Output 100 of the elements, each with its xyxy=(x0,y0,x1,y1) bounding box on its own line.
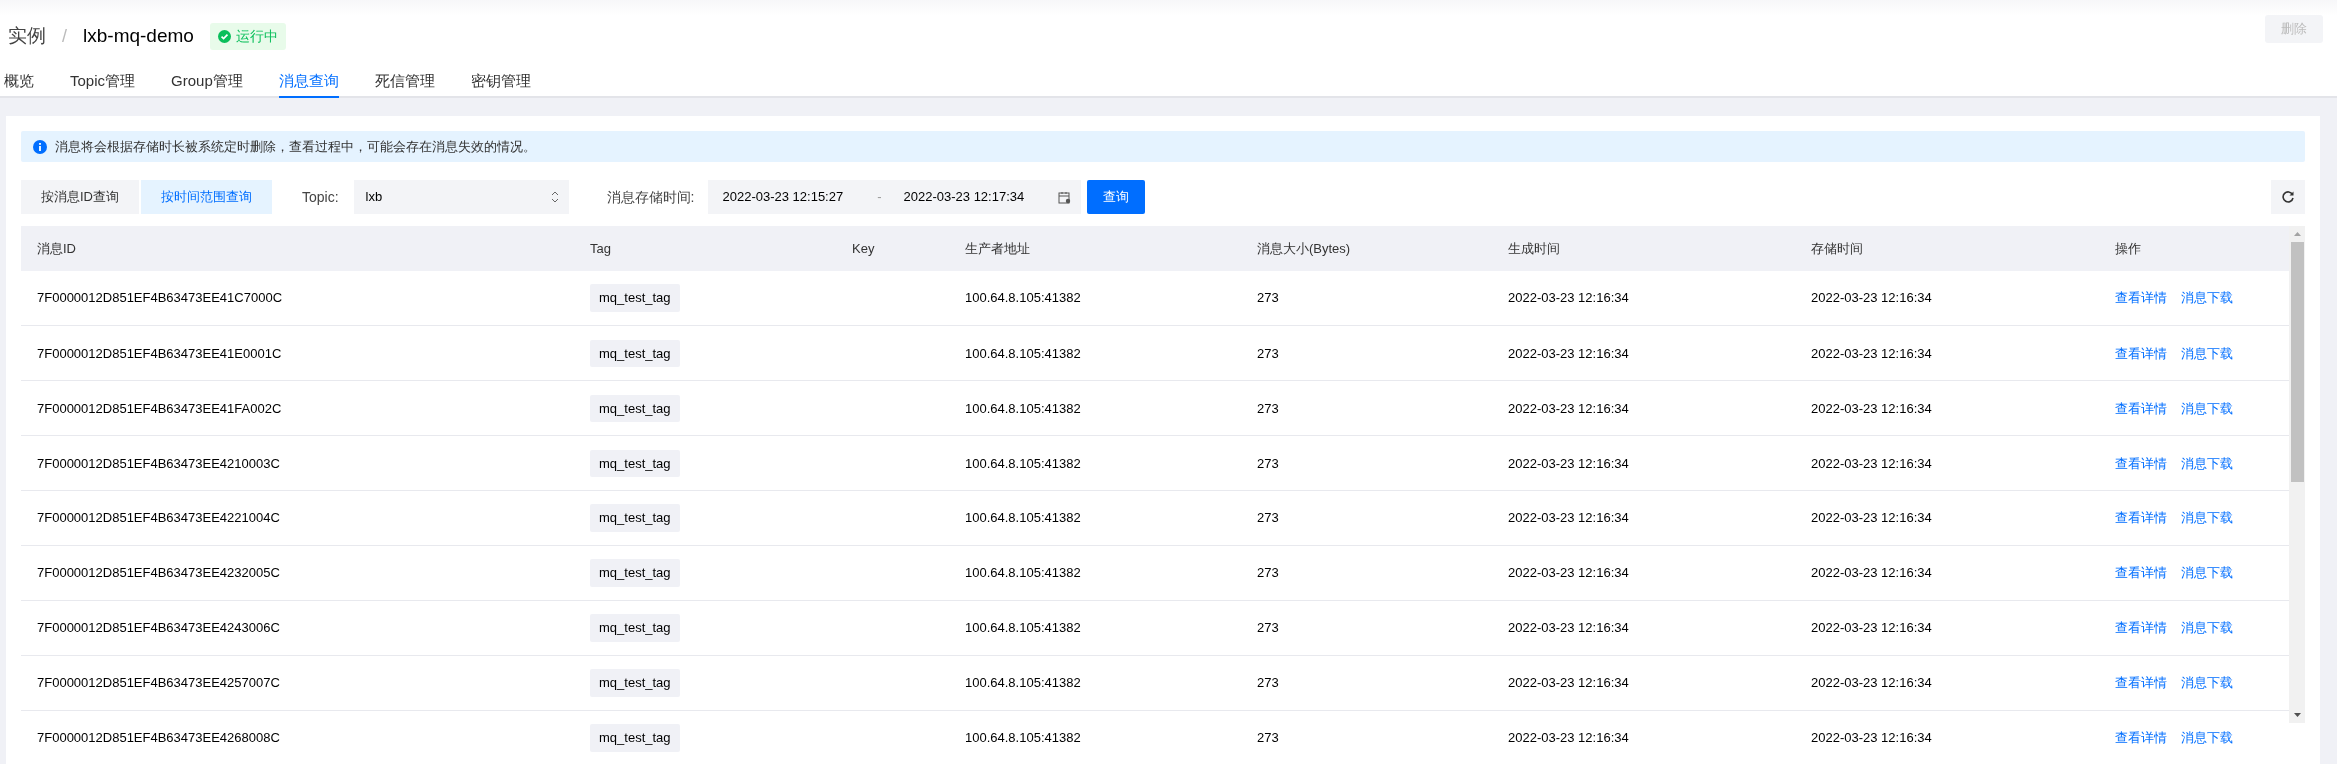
created-time-cell: 2022-03-23 12:16:34 xyxy=(1492,710,1795,764)
size-cell: 273 xyxy=(1241,435,1492,491)
status-badge: 运行中 xyxy=(209,22,286,50)
action-link[interactable]: 消息下载 xyxy=(2181,675,2233,691)
message-id-cell: 7F0000012D851EF4B63473EE4221004C xyxy=(21,490,574,546)
producer-address-cell: 100.64.8.105:41382 xyxy=(949,325,1241,381)
breadcrumb-separator: / xyxy=(62,24,67,48)
scroll-down-icon[interactable] xyxy=(2294,713,2301,717)
stored-time-cell: 2022-03-23 12:16:34 xyxy=(1795,710,2099,764)
column-header: Tag xyxy=(574,226,836,271)
action-link[interactable]: 消息下载 xyxy=(2181,345,2233,361)
breadcrumb-link[interactable]: 实例 xyxy=(8,21,46,51)
action-link[interactable]: 查看详情 xyxy=(2115,675,2167,691)
action-link[interactable]: 查看详情 xyxy=(2115,290,2167,306)
action-link[interactable]: 查看详情 xyxy=(2115,510,2167,526)
query-mode-tab[interactable]: 按时间范围查询 xyxy=(141,180,272,214)
action-link[interactable]: 消息下载 xyxy=(2181,290,2233,306)
column-header: 生产者地址 xyxy=(949,226,1241,271)
time-label: 消息存储时间: xyxy=(606,187,695,207)
refresh-icon xyxy=(2281,190,2295,204)
query-button[interactable]: 查询 xyxy=(1087,180,1146,214)
scroll-up-icon[interactable] xyxy=(2294,232,2301,236)
producer-address-cell: 100.64.8.105:41382 xyxy=(949,600,1241,656)
start-time: 2022-03-23 12:15:27 xyxy=(722,188,844,207)
message-id-cell: 7F0000012D851EF4B63473EE41C7000C xyxy=(21,271,574,326)
size-cell: 273 xyxy=(1241,710,1492,764)
created-time-cell: 2022-03-23 12:16:34 xyxy=(1492,655,1795,711)
sort-arrows-icon xyxy=(550,190,559,204)
tab[interactable]: 密钥管理 xyxy=(470,56,531,98)
tag: mq_test_tag xyxy=(590,339,680,368)
message-id-cell: 7F0000012D851EF4B63473EE41E0001C xyxy=(21,325,574,381)
column-header: Key xyxy=(836,226,949,271)
tag: mq_test_tag xyxy=(590,284,680,312)
size-cell: 273 xyxy=(1241,490,1492,546)
producer-address-cell: 100.64.8.105:41382 xyxy=(949,655,1241,711)
scrollbar[interactable] xyxy=(2289,226,2305,723)
tag: mq_test_tag xyxy=(590,669,680,697)
size-cell: 273 xyxy=(1241,545,1492,601)
tab[interactable]: Topic管理 xyxy=(70,56,136,98)
tag: mq_test_tag xyxy=(590,449,680,478)
size-cell: 273 xyxy=(1241,380,1492,436)
stored-time-cell: 2022-03-23 12:16:34 xyxy=(1795,545,2099,601)
action-link[interactable]: 消息下载 xyxy=(2181,400,2233,416)
tag: mq_test_tag xyxy=(590,394,680,423)
topic-label: Topic: xyxy=(302,187,339,207)
size-cell: 273 xyxy=(1241,325,1492,381)
instance-name: lxb-mq-demo xyxy=(83,23,194,48)
stored-time-cell: 2022-03-23 12:16:34 xyxy=(1795,435,2099,491)
end-time: 2022-03-23 12:17:34 xyxy=(903,188,1025,207)
check-circle-icon xyxy=(217,29,231,43)
size-cell: 273 xyxy=(1241,655,1492,711)
column-header: 生成时间 xyxy=(1492,226,1795,271)
column-header: 存储时间 xyxy=(1795,226,2099,271)
producer-address-cell: 100.64.8.105:41382 xyxy=(949,380,1241,436)
created-time-cell: 2022-03-23 12:16:34 xyxy=(1492,545,1795,601)
message-id-cell: 7F0000012D851EF4B63473EE4210003C xyxy=(21,435,574,491)
action-link[interactable]: 查看详情 xyxy=(2115,565,2167,581)
action-link[interactable]: 消息下载 xyxy=(2181,565,2233,581)
tag: mq_test_tag xyxy=(590,724,680,752)
column-header: 消息ID xyxy=(21,226,574,271)
calendar-icon xyxy=(1058,190,1072,204)
created-time-cell: 2022-03-23 12:16:34 xyxy=(1492,325,1795,381)
action-link[interactable]: 查看详情 xyxy=(2115,400,2167,416)
tag: mq_test_tag xyxy=(590,614,680,642)
scrollbar-thumb[interactable] xyxy=(2291,242,2304,482)
stored-time-cell: 2022-03-23 12:16:34 xyxy=(1795,600,2099,656)
action-link[interactable]: 查看详情 xyxy=(2115,730,2167,746)
range-separator: - xyxy=(877,188,882,207)
tab[interactable]: 死信管理 xyxy=(374,56,435,98)
action-link[interactable]: 查看详情 xyxy=(2115,620,2167,636)
tab[interactable]: 概览 xyxy=(4,56,34,98)
query-mode-tab[interactable]: 按消息ID查询 xyxy=(21,180,139,214)
action-link[interactable]: 查看详情 xyxy=(2115,455,2167,471)
refresh-button[interactable] xyxy=(2271,180,2305,214)
action-link[interactable]: 消息下载 xyxy=(2181,730,2233,746)
info-icon xyxy=(33,139,47,154)
producer-address-cell: 100.64.8.105:41382 xyxy=(949,710,1241,764)
notice-text: 消息将会根据存储时长被系统定时删除，查看过程中，可能会存在消息失效的情况。 xyxy=(55,137,536,156)
created-time-cell: 2022-03-23 12:16:34 xyxy=(1492,490,1795,546)
message-id-cell: 7F0000012D851EF4B63473EE4232005C xyxy=(21,545,574,601)
created-time-cell: 2022-03-23 12:16:34 xyxy=(1492,271,1795,326)
stored-time-cell: 2022-03-23 12:16:34 xyxy=(1795,490,2099,546)
tab[interactable]: Group管理 xyxy=(171,56,243,98)
action-link[interactable]: 消息下载 xyxy=(2181,455,2233,471)
column-header: 消息大小(Bytes) xyxy=(1241,226,1492,271)
action-link[interactable]: 查看详情 xyxy=(2115,345,2167,361)
stored-time-cell: 2022-03-23 12:16:34 xyxy=(1795,655,2099,711)
tag: mq_test_tag xyxy=(590,504,680,532)
message-id-cell: 7F0000012D851EF4B63473EE41FA002C xyxy=(21,380,574,436)
date-range-field[interactable]: 2022-03-23 12:15:27 - 2022-03-23 12:17:34 xyxy=(708,180,1082,214)
action-link[interactable]: 消息下载 xyxy=(2181,620,2233,636)
size-cell: 273 xyxy=(1241,600,1492,656)
producer-address-cell: 100.64.8.105:41382 xyxy=(949,271,1241,326)
stored-time-cell: 2022-03-23 12:16:34 xyxy=(1795,271,2099,326)
topic-select[interactable]: lxb xyxy=(353,180,569,214)
created-time-cell: 2022-03-23 12:16:34 xyxy=(1492,600,1795,656)
producer-address-cell: 100.64.8.105:41382 xyxy=(949,490,1241,546)
action-link[interactable]: 消息下载 xyxy=(2181,510,2233,526)
producer-address-cell: 100.64.8.105:41382 xyxy=(949,435,1241,491)
created-time-cell: 2022-03-23 12:16:34 xyxy=(1492,435,1795,491)
